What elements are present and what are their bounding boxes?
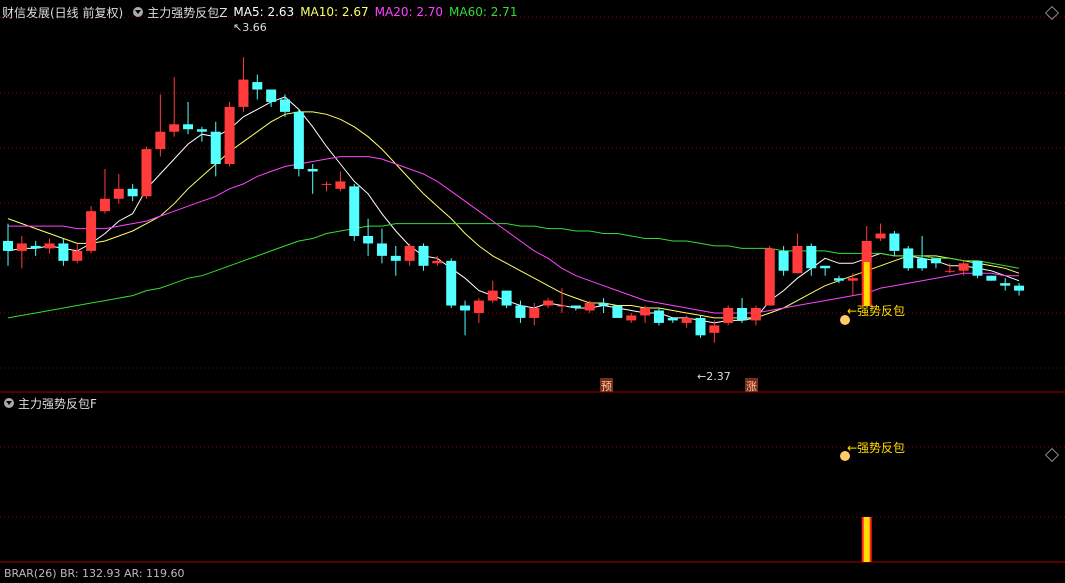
candle-body [72, 250, 83, 261]
candle-body [667, 317, 678, 321]
candle-body [944, 270, 955, 272]
ma60-readout: MA60: 2.71 [449, 5, 518, 19]
candle-body [584, 303, 595, 311]
candle-body [238, 79, 249, 107]
signal-bar-inner [863, 517, 870, 562]
candle-body [889, 233, 900, 251]
candle-body [681, 317, 692, 323]
bottom-indicator-header: BRAR(26) BR: 132.93 AR: 119.60 [0, 563, 191, 583]
main-chart-header: 财信发展(日线 前复权) 主力强势反包Z MA5: 2.63 MA10: 2.6… [0, 2, 523, 22]
candle-body [626, 315, 637, 321]
candle-body [446, 260, 457, 306]
candle-body [169, 124, 180, 132]
ma20-readout: MA20: 2.70 [374, 5, 444, 19]
candle-body [986, 275, 997, 281]
candle-body [99, 198, 110, 212]
stock-title[interactable]: 财信发展(日线 前复权) [2, 4, 123, 21]
candle-body [764, 248, 775, 306]
candle-body [515, 305, 526, 318]
candle-body [653, 310, 664, 323]
candle-body [958, 263, 969, 271]
indicator-name[interactable]: 主力强势反包Z [147, 4, 227, 21]
candle-body [723, 308, 734, 323]
candle-body [127, 188, 138, 197]
badge-zhang-label: 涨 [746, 380, 757, 393]
candle-body [709, 325, 720, 333]
candle-body [750, 308, 761, 321]
candle-body [3, 240, 13, 251]
candle-body [404, 245, 415, 261]
low-price-label: ←2.37 [697, 370, 731, 383]
candle-body [418, 245, 429, 266]
candle-body [376, 243, 387, 256]
candle-body [16, 243, 27, 251]
candle-body [307, 168, 318, 172]
dropdown-circle-icon[interactable] [133, 7, 144, 17]
candle-body [847, 278, 858, 281]
candle-body [875, 233, 886, 239]
candle-body [141, 149, 152, 197]
candle-body [806, 245, 817, 269]
ma10-readout: MA10: 2.67 [300, 5, 369, 19]
signal-bar-inner [863, 262, 870, 306]
candlestick-chart: ↖3.66←2.37←强势反包←强势反包预涨 [0, 16, 1065, 563]
candle-body [917, 258, 928, 269]
high-price-label: ↖3.66 [233, 21, 267, 34]
candle-body [473, 300, 484, 313]
candle-body [390, 255, 401, 261]
candle-body [737, 308, 748, 321]
candle-body [972, 260, 983, 276]
candle-body [501, 290, 512, 306]
candle-body [252, 82, 263, 90]
ma5-readout: MA5: 2.63 [233, 5, 295, 19]
candle-body [695, 317, 706, 336]
candle-body [460, 305, 471, 311]
candle-body [321, 183, 332, 185]
candle-body [58, 243, 69, 261]
candle-body [529, 308, 540, 318]
candle-body [1000, 283, 1011, 286]
candle-body [1014, 285, 1025, 291]
candle-body [640, 308, 651, 316]
candle-body [183, 124, 194, 130]
candle-body [266, 89, 277, 102]
badge-yu-label: 预 [601, 380, 612, 393]
candle-body [196, 129, 207, 132]
candle-body [930, 258, 941, 264]
candle-body [210, 131, 221, 164]
hand-icon [840, 451, 850, 461]
sub-indicator-name[interactable]: 主力强势反包F [18, 395, 97, 412]
candle-body [598, 303, 609, 306]
candle-body [778, 250, 789, 271]
candle-body [363, 236, 374, 244]
candle-body [612, 305, 623, 318]
candle-body [224, 106, 235, 164]
candle-body [543, 300, 554, 306]
signal-label-main: ←强势反包 [847, 304, 905, 318]
dropdown-circle-icon[interactable] [4, 398, 14, 408]
candle-body [113, 188, 124, 199]
candle-body [335, 181, 346, 189]
candle-body [487, 290, 498, 301]
candle-body [903, 248, 914, 269]
candle-body [44, 243, 55, 249]
candle-body [293, 111, 304, 169]
candle-body [280, 99, 290, 112]
candle-body [792, 245, 803, 274]
candle-body [834, 278, 844, 281]
candle-body [155, 131, 166, 150]
candle-body [820, 265, 831, 269]
brar-readout[interactable]: BRAR(26) BR: 132.93 AR: 119.60 [4, 567, 185, 580]
candle-body [557, 305, 567, 307]
candle-body [349, 186, 360, 236]
sub-chart-header: 主力强势反包F [0, 393, 103, 413]
candle-body [432, 260, 443, 264]
candle-body [86, 211, 97, 251]
candle-body [570, 305, 581, 308]
hand-icon [840, 315, 850, 325]
candle-body [30, 245, 41, 249]
signal-label-sub: ←强势反包 [847, 441, 905, 455]
